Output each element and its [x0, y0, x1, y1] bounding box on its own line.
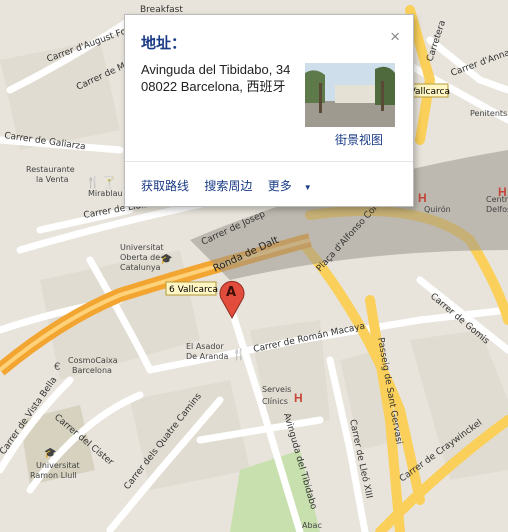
info-window: 地址： × Avinguda del Tibidabo, 34 08022 Ba… — [124, 14, 414, 207]
label-quiron: Quirón — [424, 204, 451, 214]
university-icon: 🎓 — [44, 447, 56, 459]
hospital-icon: H — [294, 391, 303, 405]
popup-actions: 获取路线 搜索周边 更多 ▼ — [141, 177, 336, 194]
label-penitents: Penitents — [470, 109, 507, 118]
label-delfos-2: Delfos — [486, 205, 508, 214]
label-la-venta: la Venta — [36, 175, 69, 184]
label-el-asador-2: De Aranda — [186, 352, 228, 361]
university-icon: 🎓 — [160, 253, 172, 265]
label-cosmocaixa-1: CosmoCaixa — [68, 356, 118, 365]
restaurant-icon: 🍴 — [86, 176, 100, 189]
svg-text:6 Vallcarca: 6 Vallcarca — [169, 285, 218, 295]
label-uoc-2: Oberta de — [120, 253, 160, 262]
bar-icon: 🍸 — [102, 175, 116, 189]
label-cosmocaixa-2: Barcelona — [72, 366, 112, 375]
label-uoc-1: Universitat — [120, 243, 164, 252]
label-mirablau: Mirablau — [88, 189, 123, 198]
museum-icon: € — [54, 361, 60, 373]
popup-title: 地址： — [141, 35, 187, 52]
label-abac: Abac — [302, 521, 322, 530]
label-uoc-3: Catalunya — [120, 263, 161, 272]
hospital-icon: H — [418, 191, 427, 205]
close-icon[interactable]: × — [390, 28, 400, 45]
vallcarca-badge: 6 Vallcarca — [165, 281, 218, 296]
more-link[interactable]: 更多 ▼ — [268, 179, 324, 193]
label-serveis-1: Serveis — [262, 385, 291, 394]
popup-address: Avinguda del Tibidabo, 34 08022 Barcelon… — [141, 61, 290, 95]
restaurant-icon: 🍴 — [232, 348, 246, 361]
directions-link[interactable]: 获取路线 — [141, 179, 189, 193]
more-label: 更多 — [267, 179, 292, 193]
label-url-1: Universitat — [36, 461, 80, 470]
street-view-link[interactable]: 街景视图 — [335, 131, 383, 148]
svg-text:A: A — [226, 285, 236, 300]
label-restaurante: Restaurante — [26, 165, 75, 174]
label-serveis-2: Clínics — [262, 397, 288, 406]
address-line-2: 08022 Barcelona, 西班牙 — [141, 79, 286, 94]
street-view-thumbnail[interactable] — [305, 63, 395, 127]
hospital-icon: H — [498, 185, 507, 199]
label-el-asador-1: El Asador — [186, 342, 224, 351]
popup-divider — [125, 161, 413, 162]
search-nearby-link[interactable]: 搜索周边 — [204, 179, 252, 193]
chevron-down-icon: ▼ — [303, 183, 312, 192]
address-line-1: Avinguda del Tibidabo, 34 — [141, 62, 291, 77]
label-url-2: Ramon Llull — [30, 471, 77, 480]
